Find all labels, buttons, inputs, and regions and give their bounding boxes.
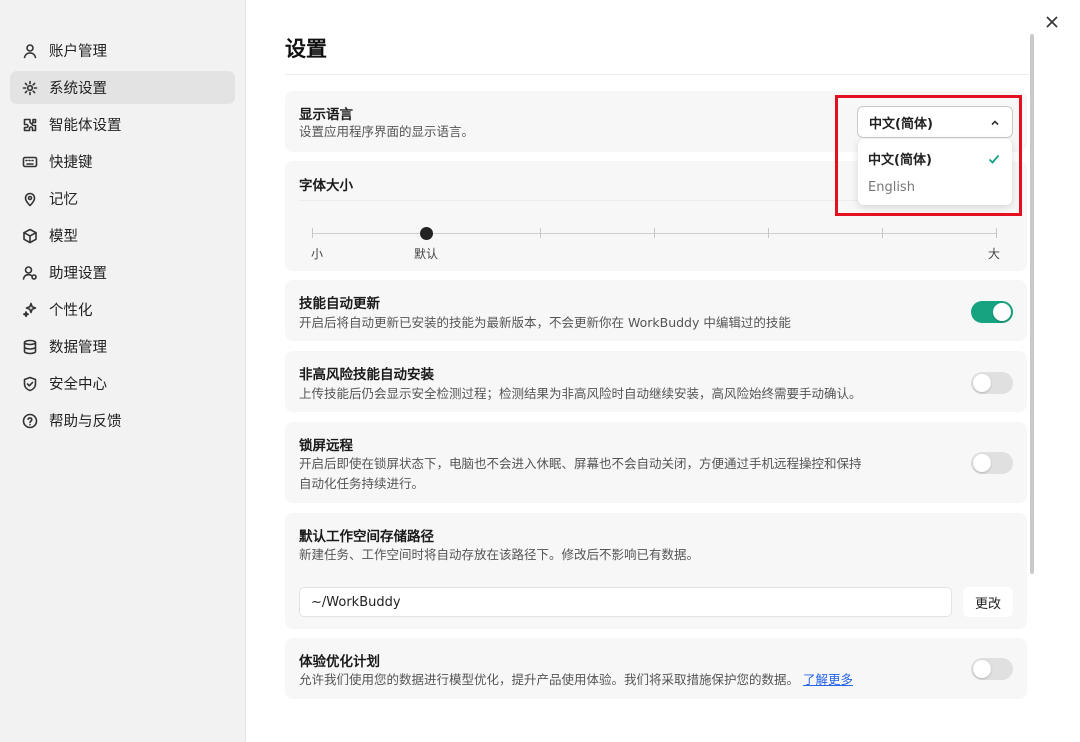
slider-tick	[654, 228, 655, 238]
lock-remote-desc-line2: 自动化任务持续进行。	[299, 476, 425, 491]
user-icon	[22, 43, 38, 59]
toggle-knob	[973, 660, 991, 678]
sidebar-item-label: 智能体设置	[49, 118, 122, 134]
workspace-card: 默认工作空间存储路径 新建任务、工作空间时将自动存放在该路径下。修改后不影响已有…	[285, 513, 1027, 629]
font-size-label-small: 小	[311, 247, 324, 261]
keyboard-icon	[22, 154, 38, 170]
sidebar-item-memory[interactable]: 记忆	[10, 182, 235, 215]
sidebar-item-shortcuts[interactable]: 快捷键	[10, 145, 235, 178]
auto-install-title: 非高风险技能自动安装	[299, 367, 434, 383]
workspace-desc: 新建任务、工作空间时将自动存放在该路径下。修改后不影响已有数据。	[299, 547, 700, 562]
sidebar-item-label: 记忆	[49, 192, 78, 208]
language-option-english[interactable]: English	[868, 180, 915, 195]
skill-update-desc: 开启后将自动更新已安装的技能为最新版本，不会更新你在 WorkBuddy 中编辑…	[299, 315, 791, 330]
skill-update-card: 技能自动更新 开启后将自动更新已安装的技能为最新版本，不会更新你在 WorkBu…	[285, 280, 1027, 341]
lock-remote-desc-line1: 开启后即使在锁屏状态下，电脑也不会进入休眠、屏幕也不会自动关闭，方便通过手机远程…	[299, 456, 862, 471]
language-select-value: 中文(简体)	[869, 116, 933, 132]
lock-remote-toggle[interactable]	[971, 452, 1013, 474]
slider-tick	[996, 228, 997, 238]
auto-install-card: 非高风险技能自动安装 上传技能后仍会显示安全检测过程；检测结果为非高风险时自动继…	[285, 351, 1027, 412]
language-select[interactable]: 中文(简体)	[857, 106, 1013, 138]
skill-update-toggle[interactable]	[971, 301, 1013, 323]
sidebar-item-agent-settings[interactable]: 智能体设置	[10, 108, 235, 141]
toggle-knob	[973, 374, 991, 392]
sidebar-item-account[interactable]: 账户管理	[10, 34, 235, 67]
lock-remote-title: 锁屏远程	[299, 438, 353, 454]
slider-handle[interactable]	[420, 227, 433, 240]
title-divider	[285, 74, 1029, 75]
experience-card: 体验优化计划 允许我们使用您的数据进行模型优化，提升产品使用体验。我们将采取措施…	[285, 638, 1027, 699]
sidebar-item-security[interactable]: 安全中心	[10, 367, 235, 400]
experience-title: 体验优化计划	[299, 654, 380, 670]
sidebar-item-label: 账户管理	[49, 44, 107, 60]
close-icon	[1046, 13, 1058, 32]
font-size-label-large: 大	[988, 247, 1001, 261]
sidebar-item-assistant-settings[interactable]: 助理设置	[10, 256, 235, 289]
workspace-path-input[interactable]: ~/WorkBuddy	[299, 587, 952, 617]
language-title: 显示语言	[299, 107, 353, 123]
memory-icon	[22, 191, 38, 207]
toggle-knob	[973, 454, 991, 472]
page-title: 设置	[285, 37, 327, 61]
experience-desc-text: 允许我们使用您的数据进行模型优化，提升产品使用体验。我们将采取措施保护您的数据。	[299, 672, 800, 687]
cube-icon	[22, 228, 38, 244]
sidebar-item-data-management[interactable]: 数据管理	[10, 330, 235, 363]
sidebar-item-label: 系统设置	[49, 81, 107, 97]
sidebar-item-system-settings[interactable]: 系统设置	[10, 71, 235, 104]
lock-remote-card: 锁屏远程 开启后即使在锁屏状态下，电脑也不会进入休眠、屏幕也不会自动关闭，方便通…	[285, 422, 1027, 503]
sidebar-item-label: 快捷键	[49, 155, 93, 171]
language-desc: 设置应用程序界面的显示语言。	[299, 124, 475, 139]
learn-more-link[interactable]: 了解更多	[803, 672, 853, 687]
skill-update-title: 技能自动更新	[299, 296, 380, 312]
check-icon	[988, 150, 1000, 164]
sidebar-item-label: 安全中心	[49, 377, 107, 393]
change-path-button[interactable]: 更改	[963, 587, 1013, 617]
help-icon	[22, 413, 38, 429]
slider-tick	[768, 228, 769, 238]
experience-desc: 允许我们使用您的数据进行模型优化，提升产品使用体验。我们将采取措施保护您的数据。…	[299, 670, 853, 690]
shield-icon	[22, 376, 38, 392]
gear-icon	[22, 80, 38, 96]
auto-install-toggle[interactable]	[971, 372, 1013, 394]
sidebar: 账户管理 系统设置 智能体设置 快捷键 记忆 模型 助理设置 个性化 数据管理 …	[0, 0, 246, 742]
slider-tick	[882, 228, 883, 238]
sidebar-item-help[interactable]: 帮助与反馈	[10, 404, 235, 437]
sidebar-item-label: 模型	[49, 229, 78, 245]
language-option-chinese[interactable]: 中文(简体)	[868, 149, 932, 168]
assistant-icon	[22, 265, 38, 281]
sidebar-item-label: 帮助与反馈	[49, 414, 122, 430]
auto-install-desc: 上传技能后仍会显示安全检测过程；检测结果为非高风险时自动继续安装，高风险始终需要…	[299, 386, 862, 401]
agent-icon	[22, 117, 38, 133]
scrollbar[interactable]	[1030, 34, 1034, 574]
experience-toggle[interactable]	[971, 658, 1013, 680]
close-button[interactable]	[1042, 12, 1062, 32]
font-size-title: 字体大小	[299, 178, 353, 194]
settings-panel: 设置 显示语言 设置应用程序界面的显示语言。 中文(简体) 字体大小 小 默认 …	[246, 0, 1080, 742]
sidebar-item-label: 助理设置	[49, 266, 107, 282]
database-icon	[22, 339, 38, 355]
sidebar-item-model[interactable]: 模型	[10, 219, 235, 252]
chevron-up-icon	[990, 117, 1000, 127]
sparkle-icon	[22, 302, 38, 318]
language-dropdown-menu: 中文(简体) English	[858, 139, 1012, 205]
sidebar-item-label: 个性化	[49, 303, 93, 319]
toggle-knob	[993, 303, 1011, 321]
slider-tick	[540, 228, 541, 238]
sidebar-item-label: 数据管理	[49, 340, 107, 356]
font-size-label-default: 默认	[414, 247, 439, 261]
sidebar-item-personalization[interactable]: 个性化	[10, 293, 235, 326]
slider-tick	[312, 228, 313, 238]
workspace-title: 默认工作空间存储路径	[299, 529, 434, 545]
